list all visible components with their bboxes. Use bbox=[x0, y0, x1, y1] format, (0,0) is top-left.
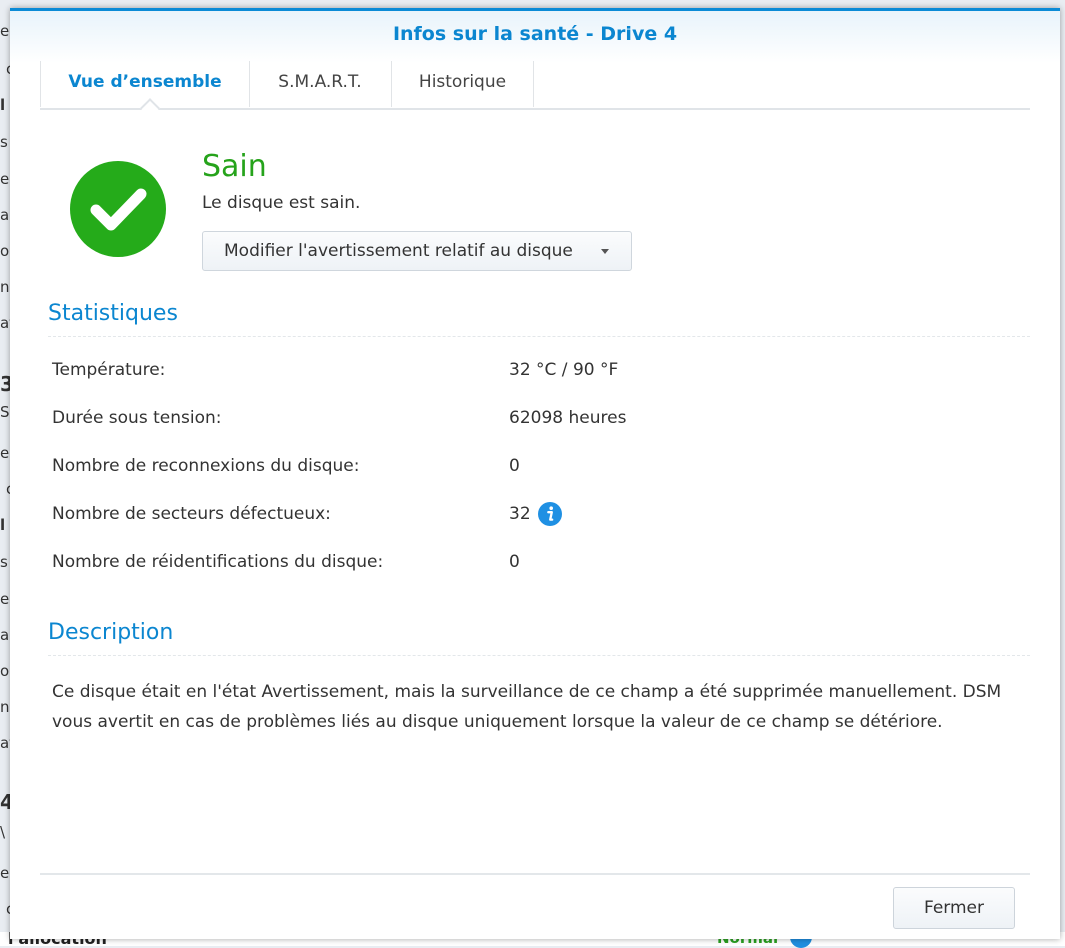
stat-value-reconnections: 0 bbox=[509, 456, 520, 476]
bg-text-fragment: l bbox=[0, 516, 6, 534]
tab-smart[interactable]: S.M.A.R.T. bbox=[249, 61, 392, 107]
tab-overview[interactable]: Vue d’ensemble bbox=[40, 61, 250, 107]
dialog-header: Infos sur la santé - Drive 4 bbox=[10, 11, 1060, 63]
check-circle-icon bbox=[70, 161, 166, 257]
health-info-dialog: Infos sur la santé - Drive 4 Vue d’ensem… bbox=[10, 8, 1060, 939]
bg-text-fragment: n bbox=[0, 698, 10, 716]
bg-text-fragment: o bbox=[0, 662, 10, 680]
info-icon[interactable] bbox=[538, 502, 562, 526]
modify-warning-label: Modifier l'avertissement relatif au disq… bbox=[224, 241, 573, 261]
stat-label-power-on-hours: Durée sous tension: bbox=[52, 408, 222, 428]
bg-text-fragment: e bbox=[0, 22, 10, 40]
description-text: Ce disque était en l'état Avertissement,… bbox=[52, 682, 1002, 732]
bg-text-fragment: o bbox=[0, 242, 10, 260]
bg-text-fragment: e bbox=[0, 864, 10, 882]
tab-bar: Vue d’ensemble S.M.A.R.T. Historique bbox=[40, 61, 1030, 118]
bg-text-fragment: e bbox=[0, 170, 10, 188]
statistics-divider bbox=[48, 336, 1030, 337]
description-section-title: Description bbox=[48, 620, 174, 645]
bg-text-fragment: e bbox=[0, 444, 10, 462]
close-button[interactable]: Fermer bbox=[893, 887, 1015, 929]
stat-value-temperature: 32 °C / 90 °F bbox=[509, 360, 619, 380]
health-status-description: Le disque est sain. bbox=[202, 193, 361, 213]
stat-label-reidentifications: Nombre de réidentifications du disque: bbox=[52, 552, 384, 572]
bg-text-fragment: \ bbox=[0, 823, 6, 841]
bg-text-fragment: a bbox=[0, 626, 10, 644]
stat-value-power-on-hours: 62098 heures bbox=[509, 408, 627, 428]
tab-history[interactable]: Historique bbox=[392, 61, 534, 107]
stat-label-reconnections: Nombre de reconnexions du disque: bbox=[52, 456, 360, 476]
statistics-section-title: Statistiques bbox=[48, 301, 178, 326]
caret-down-icon bbox=[601, 249, 609, 254]
stat-value-reidentifications: 0 bbox=[509, 552, 520, 572]
dialog-title: Infos sur la santé - Drive 4 bbox=[392, 23, 678, 45]
footer-divider bbox=[40, 873, 1030, 875]
stat-value-bad-sectors: 32 bbox=[509, 504, 531, 524]
description-divider bbox=[48, 655, 1030, 656]
stat-label-bad-sectors: Nombre de secteurs défectueux: bbox=[52, 504, 331, 524]
bg-text-fragment: l bbox=[0, 96, 6, 114]
stat-label-temperature: Température: bbox=[52, 360, 166, 380]
modify-warning-dropdown-button[interactable]: Modifier l'avertissement relatif au disq… bbox=[202, 231, 632, 271]
bg-text-fragment: s bbox=[0, 553, 8, 571]
bg-text-fragment: s bbox=[0, 133, 8, 151]
bg-text-fragment: S bbox=[0, 403, 10, 421]
health-status-title: Sain bbox=[202, 149, 267, 184]
bg-text-fragment: n bbox=[0, 278, 10, 296]
bg-text-fragment: a bbox=[0, 206, 10, 224]
bg-text-fragment: e bbox=[0, 590, 10, 608]
